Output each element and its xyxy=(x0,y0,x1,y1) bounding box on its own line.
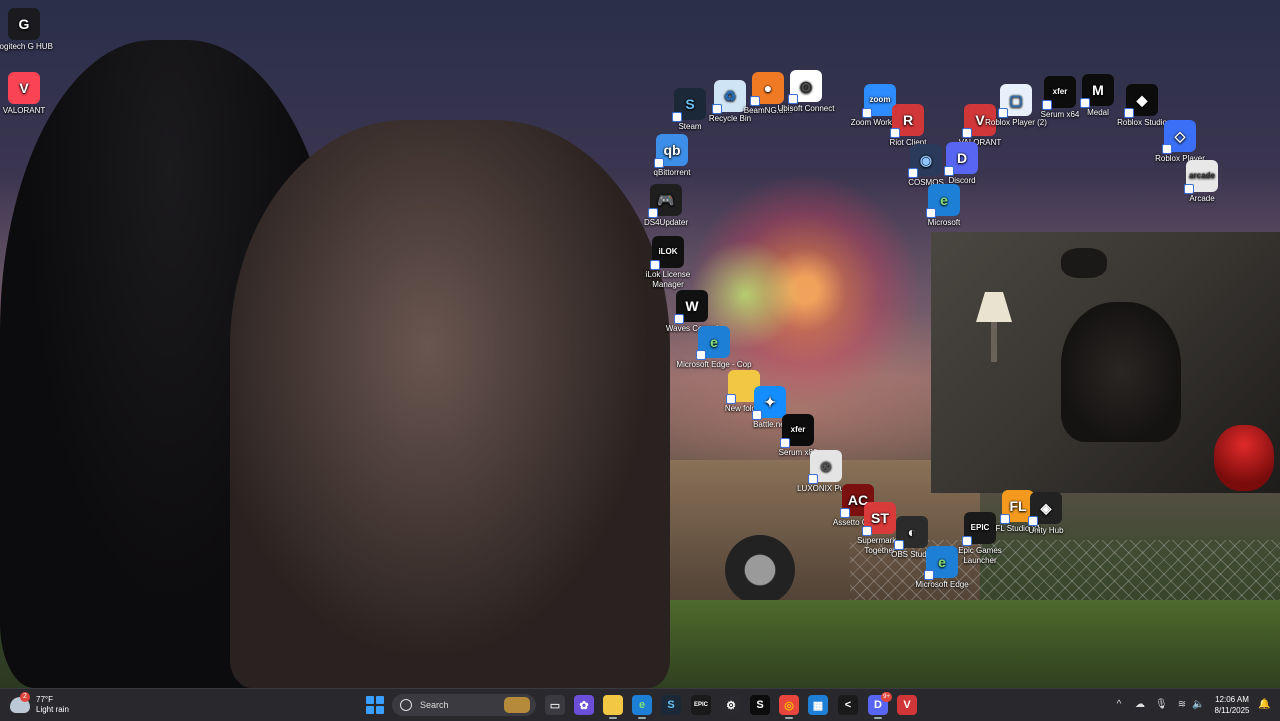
taskbar-search[interactable]: Search xyxy=(392,694,536,716)
app-icon: ◇ xyxy=(1162,120,1196,154)
app-icon: D xyxy=(944,142,978,176)
webcam-lamp-shade xyxy=(976,292,1012,322)
wallpaper-person-right xyxy=(230,120,670,688)
app-icon: e xyxy=(696,326,730,360)
taskbar-chrome-icon[interactable]: ◎ xyxy=(779,695,799,715)
taskbar-steam-icon[interactable]: S xyxy=(661,695,681,715)
weather-badge: 2 xyxy=(20,692,30,702)
search-placeholder: Search xyxy=(420,700,449,710)
app-icon: W xyxy=(674,290,708,324)
desktop-icon-label: Ubisoft Connect xyxy=(777,104,835,113)
taskbar-file-explorer-icon[interactable]: ▬ xyxy=(603,695,623,715)
running-indicator xyxy=(609,717,617,719)
running-indicator xyxy=(638,717,646,719)
onedrive-cloud-icon[interactable]: ☁ xyxy=(1134,699,1146,711)
app-icon: R xyxy=(890,104,924,138)
running-indicator xyxy=(785,717,793,719)
discord-badge: 9+ xyxy=(881,692,892,702)
clock-date: 8/11/2025 xyxy=(1214,706,1250,715)
desktop-icon-label: Unity Hub xyxy=(1028,526,1064,535)
search-icon xyxy=(400,699,412,711)
desktop-icon-arcade[interactable]: arcade Arcade xyxy=(1164,160,1240,204)
desktop-icon-ilok-license-manager[interactable]: iLOK iLok License Manager xyxy=(630,236,706,290)
clock-time: 12:06 AM xyxy=(1215,695,1249,704)
desktop-icon-label: iLok License Manager xyxy=(645,270,691,289)
taskbar-microsoft-store-icon[interactable]: ▦ xyxy=(808,695,828,715)
taskbar-serum-icon[interactable]: S xyxy=(750,695,770,715)
taskbar-edge-icon[interactable]: e xyxy=(632,695,652,715)
desktop-icon-label: Microsoft xyxy=(927,218,961,227)
weather-condition: Light rain xyxy=(36,705,69,714)
desktop-icon-roblox-player[interactable]: ◇ Roblox Player xyxy=(1142,120,1218,164)
webcam-wall-controller xyxy=(1061,248,1107,278)
notification-bell-icon[interactable]: 🔔 xyxy=(1258,699,1270,711)
taskbar-clock[interactable]: 12:06 AM 8/11/2025 xyxy=(1210,694,1254,716)
app-icon: 🎮 xyxy=(648,184,682,218)
mascot-sticker xyxy=(1214,425,1274,491)
desktop-icon-qbittorrent[interactable]: qb qBittorrent xyxy=(634,134,710,178)
desktop-icon-label: DS4Updater xyxy=(643,218,689,227)
webcam-lamp-base xyxy=(991,322,997,362)
desktop-icon-label: Logitech G HUB xyxy=(0,42,53,51)
app-icon: xfer xyxy=(780,414,814,448)
app-icon: G xyxy=(8,8,40,40)
desktop-icon-label: Microsoft Edge - Cop xyxy=(676,360,752,369)
taskbar-task-view-icon[interactable]: ▭ xyxy=(545,695,565,715)
wallpaper-wheel xyxy=(725,535,795,605)
desktop-icon-discord[interactable]: D Discord xyxy=(924,142,1000,186)
app-icon: ⊘ xyxy=(808,450,842,484)
desktop-icon-label: Arcade xyxy=(1189,194,1215,203)
weather-temp: 77°F xyxy=(36,695,53,704)
app-icon: ◈ xyxy=(1028,492,1062,526)
desktop-icon-label: qBittorrent xyxy=(653,168,691,177)
desktop-icon-ubisoft-connect[interactable]: ◎ Ubisoft Connect xyxy=(768,70,844,114)
search-highlight-art xyxy=(504,697,530,713)
desktop-icon-ds4updater[interactable]: 🎮 DS4Updater xyxy=(628,184,704,228)
taskbar-epic-icon[interactable]: EPIC xyxy=(691,695,711,715)
volume-icon[interactable]: 🔈 xyxy=(1192,699,1204,711)
desktop-icon-unity-hub[interactable]: ◈ Unity Hub xyxy=(1008,492,1084,536)
start-button[interactable] xyxy=(366,696,384,714)
webcam-person xyxy=(1061,302,1181,442)
taskbar: 77°F Light rain 2 Search ▭ ✿ ▬ e S EPIC ⚙ S ◎ ▦ < D… xyxy=(0,688,1280,721)
app-icon: iLOK xyxy=(650,236,684,270)
taskbar-capcut-icon[interactable]: < xyxy=(838,695,858,715)
weather-widget[interactable]: 77°F Light rain xyxy=(10,693,69,717)
microphone-icon[interactable]: 🎙 xyxy=(1155,699,1168,711)
desktop-icon-microsoft-edge-cop[interactable]: e Microsoft Edge - Cop xyxy=(676,326,752,370)
app-icon: V xyxy=(8,72,40,104)
desktop-icon-label: VALORANT xyxy=(2,106,46,115)
app-icon: e xyxy=(926,184,960,218)
taskbar-valorant-icon[interactable]: V xyxy=(897,695,917,715)
desktop-icon-valorant[interactable]: V VALORANT xyxy=(0,72,62,116)
app-icon: qb xyxy=(654,134,688,168)
app-icon: arcade xyxy=(1184,160,1218,194)
desktop-icon-logitech-g-hub[interactable]: G Logitech G HUB xyxy=(0,8,62,52)
taskbar-copilot-icon[interactable]: ✿ xyxy=(574,695,594,715)
app-icon: ◐ xyxy=(894,516,928,550)
desktop-icon-label: Epic Games Launcher xyxy=(958,546,1002,565)
wallpaper-grass xyxy=(640,600,1280,688)
desktop-icon-label: Microsoft Edge xyxy=(915,580,969,589)
tray-overflow-chevron-icon[interactable]: ^ xyxy=(1113,699,1125,711)
wifi-icon[interactable]: ≋ xyxy=(1176,699,1188,711)
app-icon: ◎ xyxy=(788,70,822,104)
desktop-icon-microsoft[interactable]: e Microsoft xyxy=(906,184,982,228)
taskbar-settings-icon[interactable]: ⚙ xyxy=(721,695,741,715)
running-indicator xyxy=(874,717,882,719)
app-icon: ◆ xyxy=(1124,84,1158,118)
